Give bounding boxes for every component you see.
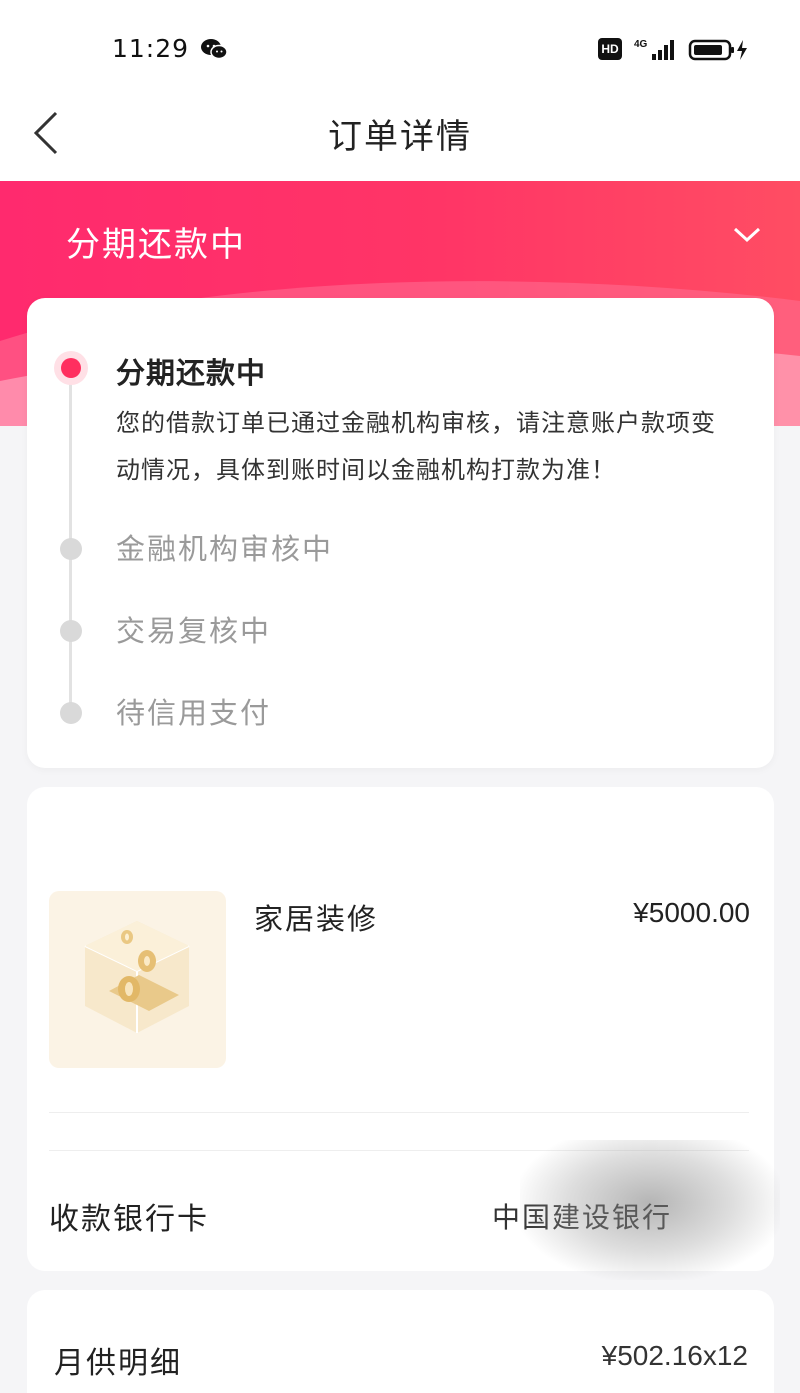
status-bar: 11:29 HD 4G bbox=[0, 0, 800, 95]
step-label: 交易复核中 bbox=[116, 614, 272, 648]
status-time: 11:29 bbox=[112, 34, 190, 63]
hd-icon: HD bbox=[598, 38, 622, 60]
divider bbox=[49, 1112, 749, 1113]
step-label: 待信用支付 bbox=[116, 696, 272, 730]
wechat-icon bbox=[201, 39, 228, 60]
product-thumbnail bbox=[49, 891, 226, 1068]
bank-card-value: 中国建设银行 bbox=[492, 1201, 673, 1234]
divider bbox=[49, 1150, 749, 1151]
product-name: 家居装修 bbox=[254, 902, 379, 936]
signal-icon: 4G bbox=[634, 39, 674, 60]
network-type-label: 4G bbox=[634, 39, 648, 50]
step-label: 金融机构审核中 bbox=[116, 532, 334, 566]
product-price: ¥5000.00 bbox=[633, 897, 750, 928]
timeline-dot-active bbox=[54, 351, 88, 385]
coin-box-icon bbox=[84, 921, 190, 1033]
timeline-dot bbox=[60, 702, 82, 724]
bank-card-label: 收款银行卡 bbox=[49, 1202, 209, 1237]
order-status-title: 分期还款中 bbox=[66, 225, 246, 265]
step-active-description: 您的借款订单已通过金融机构审核，请注意账户款项变动情况，具体到账时间以金融机构打… bbox=[116, 409, 716, 484]
battery-charging-icon bbox=[688, 39, 747, 61]
nav-bar: 订单详情 bbox=[0, 95, 800, 181]
timeline-dot bbox=[60, 620, 82, 642]
step-active-title: 分期还款中 bbox=[116, 356, 267, 390]
timeline-dot bbox=[60, 538, 82, 560]
monthly-detail-label: 月供明细 bbox=[54, 1346, 182, 1381]
chevron-down-icon[interactable] bbox=[732, 225, 762, 245]
page-title: 订单详情 bbox=[328, 117, 472, 157]
monthly-detail-value: ¥502.16x12 bbox=[601, 1340, 748, 1371]
